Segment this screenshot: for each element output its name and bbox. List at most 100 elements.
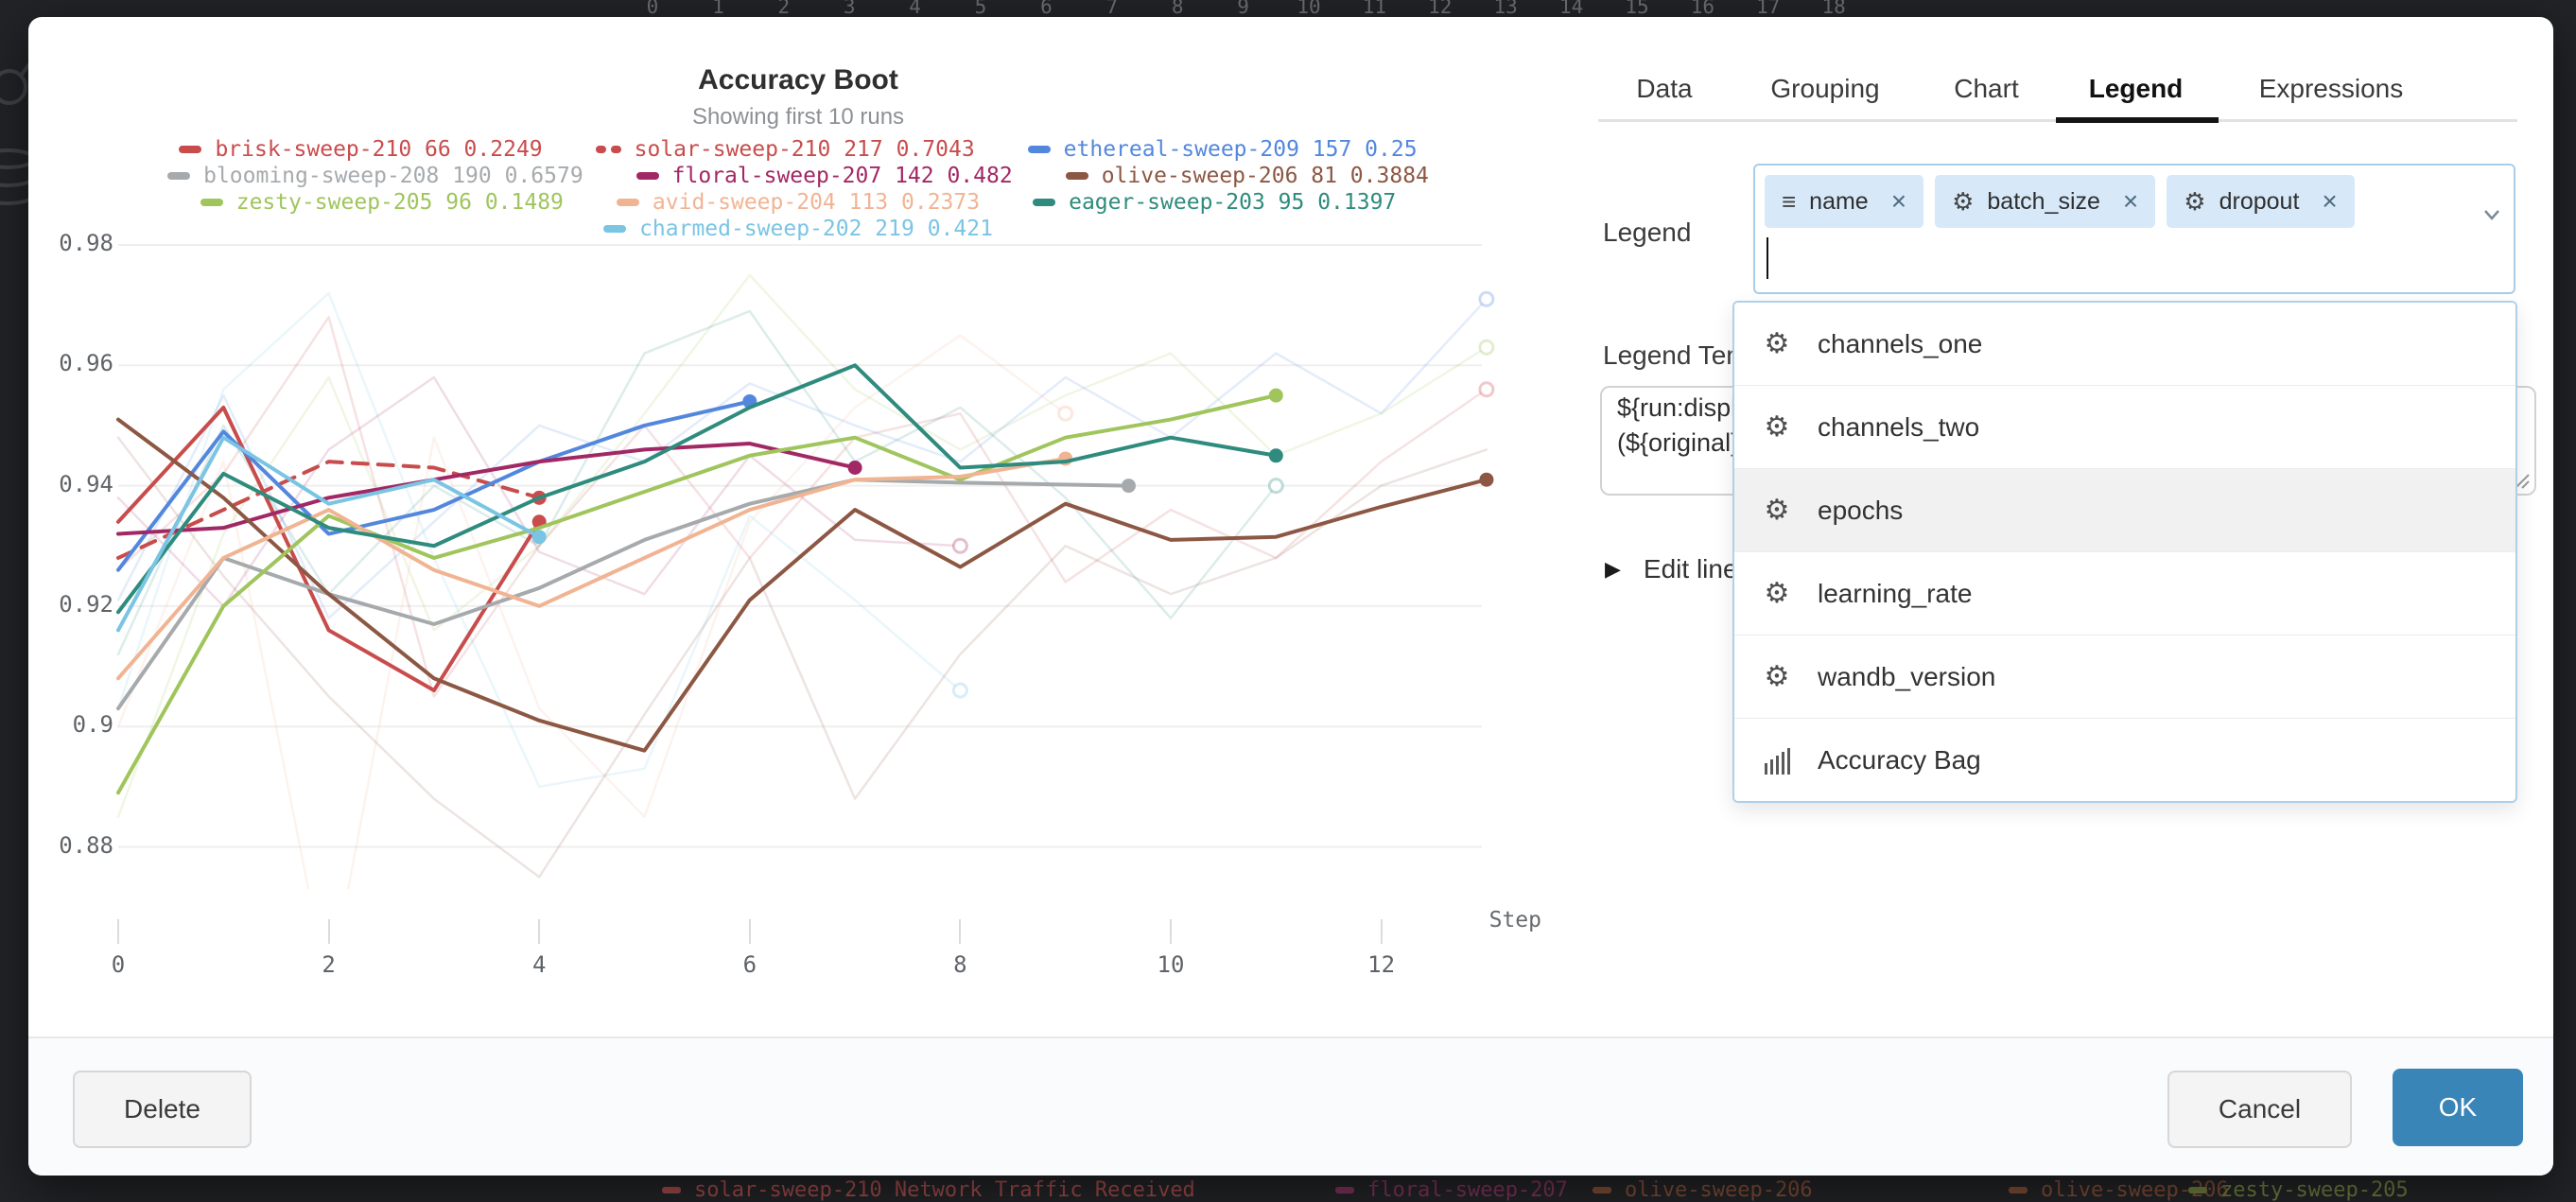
close-icon[interactable]: × — [1891, 186, 1906, 217]
dropdown-item-accuracy-bag[interactable]: Accuracy Bag — [1734, 718, 2515, 801]
dropdown-item-wandb_version[interactable]: ⚙ wandb_version — [1734, 635, 2515, 718]
tag-label: name — [1809, 188, 1869, 216]
gear-icon: ⚙ — [1761, 410, 1793, 444]
legend-entry-label: zesty-sweep-205 96 0.1489 — [236, 190, 564, 215]
x-tick-label: 0 — [112, 951, 125, 978]
dim-run-swatch — [2009, 1187, 2028, 1193]
ok-button[interactable]: OK — [2393, 1069, 2523, 1146]
x-tick-mark — [959, 919, 961, 944]
tab-expressions[interactable]: Expressions — [2252, 62, 2411, 115]
dropdown-item-channels_one[interactable]: ⚙channels_one — [1734, 303, 2515, 385]
legend-key-tag-batch_size[interactable]: ⚙batch_size× — [1935, 175, 2155, 228]
gear-icon: ⚙ — [1761, 577, 1793, 610]
text-caret — [1767, 237, 1768, 279]
legend-entry[interactable]: floral-sweep-207 142 0.482 — [636, 164, 1013, 188]
legend-key-tags: ≡name×⚙batch_size×⚙dropout× — [1765, 175, 2355, 228]
y-tick-label: 0.9 — [38, 711, 113, 738]
legend-swatch — [167, 172, 190, 180]
legend-swatch — [596, 146, 621, 153]
run-end-dot — [848, 461, 862, 475]
dim-run-legend: floral-sweep-207 — [1335, 1178, 1568, 1202]
legend-keys-field[interactable]: ≡name×⚙batch_size×⚙dropout× — [1753, 164, 2515, 294]
x-tick-mark — [538, 919, 540, 944]
dim-axis-number: 17 — [1756, 0, 1780, 18]
close-icon[interactable]: × — [2322, 186, 2337, 217]
dim-run-legend: solar-sweep-210 Network Traffic Received — [662, 1178, 1195, 1202]
legend-entry[interactable]: eager-sweep-203 95 0.1397 — [1033, 190, 1396, 215]
gear-icon: ⚙ — [1761, 660, 1793, 693]
chart-title: Accuracy Boot — [28, 64, 1568, 96]
dim-axis-number: 8 — [1172, 0, 1184, 18]
legend-entry[interactable]: avid-sweep-204 113 0.2373 — [617, 190, 980, 215]
dim-run-swatch — [662, 1187, 681, 1193]
dropdown-item-label: epochs — [1818, 496, 1903, 526]
legend-entry-label: eager-sweep-203 95 0.1397 — [1069, 190, 1396, 215]
tab-chart[interactable]: Chart — [1951, 62, 2022, 115]
dim-axis-number: 6 — [1040, 0, 1053, 18]
legend-entry[interactable]: ethereal-sweep-209 157 0.25 — [1028, 137, 1418, 162]
legend-swatch — [1028, 146, 1051, 153]
x-tick-mark — [1381, 919, 1383, 944]
dim-axis-number: 15 — [1625, 0, 1648, 18]
run-end-dot — [1059, 407, 1072, 420]
legend-entry-label: avid-sweep-204 113 0.2373 — [653, 190, 980, 215]
run-end-dot — [532, 530, 547, 544]
tag-label: batch_size — [1987, 188, 2100, 216]
dim-axis-number: 14 — [1559, 0, 1583, 18]
legend-key-tag-dropout[interactable]: ⚙ dropout × — [2167, 175, 2354, 228]
legend-swatch — [1066, 172, 1088, 180]
legend-entry-label: blooming-sweep-208 190 0.6579 — [203, 164, 583, 188]
legend-entry-label: solar-sweep-210 217 0.7043 — [635, 137, 975, 162]
close-icon[interactable]: × — [2123, 186, 2138, 217]
dropdown-item-channels_two[interactable]: ⚙ channels_two — [1734, 385, 2515, 468]
legend-entry-label: floral-sweep-207 142 0.482 — [672, 164, 1013, 188]
legend-entry[interactable]: olive-sweep-206 81 0.3884 — [1066, 164, 1429, 188]
dropdown-item-label: wandb_version — [1818, 662, 1995, 692]
dropdown-item-label: channels_two — [1818, 412, 1979, 443]
cancel-button[interactable]: Cancel — [2167, 1071, 2352, 1148]
delete-button[interactable]: Delete — [73, 1071, 252, 1148]
dim-run-swatch — [1335, 1187, 1354, 1193]
raw-run-line — [118, 317, 1487, 696]
edit-line-titles-label: Edit line — [1644, 554, 1738, 584]
dim-axis-number: 11 — [1363, 0, 1386, 18]
chart-settings-modal: Accuracy Boot Showing first 10 runs bris… — [28, 17, 2553, 1176]
tab-legend[interactable]: Legend — [2086, 62, 2185, 115]
dim-run-swatch — [2188, 1187, 2207, 1193]
legend-keys-dropdown: ⚙channels_one⚙channels_two⚙epochs⚙learni… — [1732, 301, 2517, 803]
legend-entry[interactable]: solar-sweep-210 217 0.7043 — [596, 137, 975, 162]
x-tick-label: 2 — [322, 951, 335, 978]
run-end-dot — [1269, 479, 1282, 493]
tab-grouping[interactable]: Grouping — [1764, 62, 1887, 115]
run-end-dot — [953, 684, 966, 697]
page-root: 0123456789101112131415161718 solar-sweep… — [0, 0, 2576, 1192]
edit-line-titles-toggle[interactable]: ▶ Edit line — [1605, 554, 1738, 584]
tag-label: dropout — [2219, 188, 2300, 216]
active-tab-underline — [2056, 117, 2219, 123]
x-tick-label: 6 — [743, 951, 757, 978]
dropdown-item-label: Accuracy Bag — [1818, 745, 1981, 775]
legend-swatch — [636, 172, 659, 180]
gear-icon: ⚙ — [1761, 327, 1793, 360]
gear-icon: ⚙ — [2184, 187, 2205, 217]
dim-axis-number: 0 — [647, 0, 659, 18]
legend-template-label: Legend Tem — [1603, 340, 1749, 371]
tab-data[interactable]: Data — [1634, 62, 1695, 115]
gear-icon: ⚙ — [1761, 494, 1793, 527]
dropdown-item-learning_rate[interactable]: ⚙learning_rate — [1734, 551, 2515, 635]
y-tick-label: 0.98 — [38, 230, 113, 256]
bar-chart-icon — [1761, 746, 1793, 775]
dropdown-item-epochs[interactable]: ⚙ epochs — [1734, 468, 2515, 551]
legend-entry-label: ethereal-sweep-209 157 0.25 — [1064, 137, 1418, 162]
legend-field-label: Legend — [1603, 218, 1691, 248]
legend-entry[interactable]: zesty-sweep-205 96 0.1489 — [200, 190, 564, 215]
x-tick-mark — [117, 919, 119, 944]
legend-key-tag-name[interactable]: ≡name× — [1765, 175, 1923, 228]
dim-axis-number: 7 — [1105, 0, 1118, 18]
dim-axis-number: 1 — [712, 0, 724, 18]
chevron-down-icon[interactable] — [2480, 205, 2504, 224]
legend-entry[interactable]: blooming-sweep-208 190 0.6579 — [167, 164, 583, 188]
legend-entry[interactable]: brisk-sweep-210 66 0.2249 — [179, 137, 542, 162]
run-end-dot — [953, 539, 966, 552]
y-tick-label: 0.88 — [38, 832, 113, 859]
